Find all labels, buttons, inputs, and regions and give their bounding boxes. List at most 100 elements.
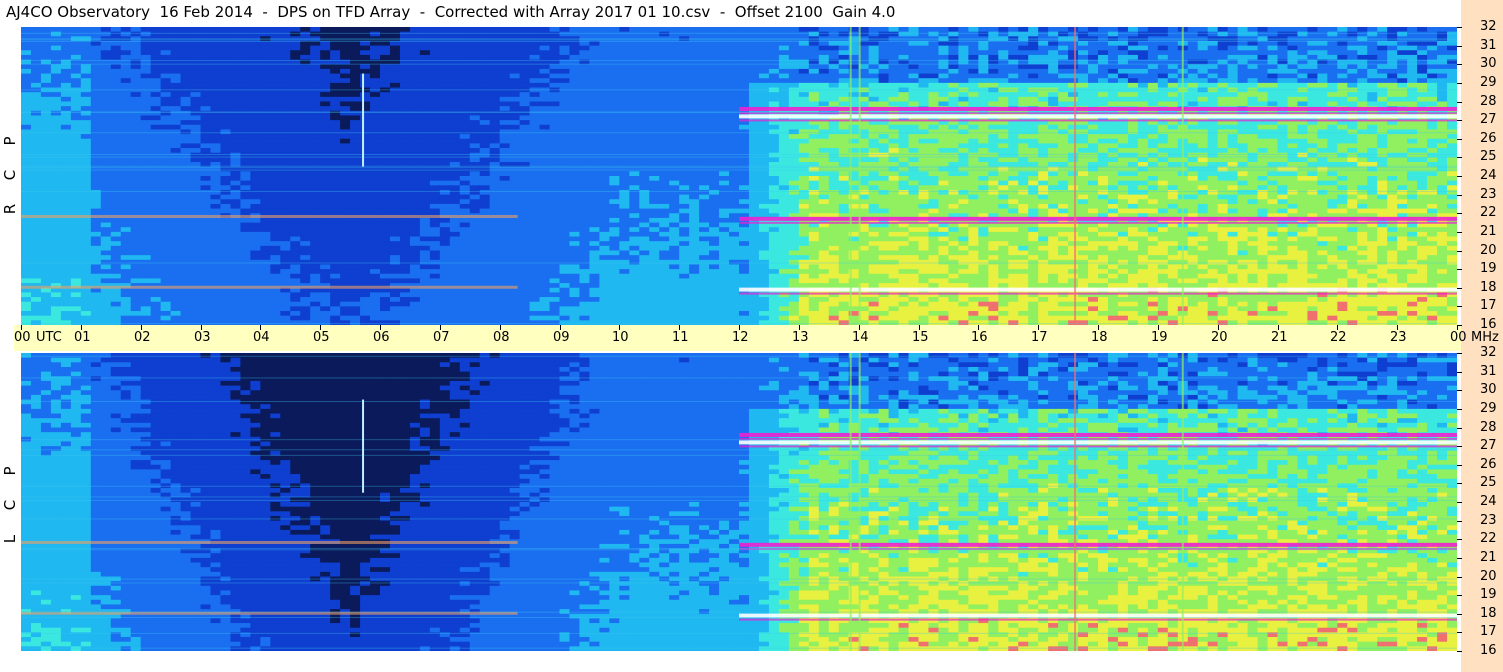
freq-tick-label: 22 [1480,531,1497,546]
freq-tick-label: 24 [1480,494,1497,509]
freq-tick-label: 18 [1480,606,1497,621]
freq-tick-label: 31 [1480,38,1497,53]
vertical-interference [1074,353,1077,651]
utc-tick-label: 16 [971,330,988,345]
freq-tick [1457,46,1462,47]
freq-tick [1457,539,1462,540]
freq-tick [1457,232,1462,233]
freq-tick [1457,428,1462,429]
freq-tick [1457,446,1462,447]
vertical-interference [1181,353,1184,651]
utc-tick-label: 06 [373,330,390,345]
interference-band [739,432,1457,437]
interference-band [739,618,1457,621]
spectrogram-svg [21,27,1457,325]
carrier-line [21,63,1457,65]
freq-tick [1457,83,1462,84]
carrier-line [21,401,1457,403]
freq-tick-label: 17 [1480,624,1497,639]
interference-band [739,221,1457,224]
freq-tick [1457,558,1462,559]
mhz-unit-label: MHz [1471,330,1499,345]
utc-tick-label: 00 [14,330,31,345]
utc-tick-label: 00 [1450,330,1467,345]
freq-tick [1457,27,1462,28]
freq-tick [1457,632,1462,633]
freq-tick-label: 32 [1480,345,1497,360]
freq-tick [1457,614,1462,615]
freq-tick [1457,306,1462,307]
carrier-line [21,132,1457,134]
utc-tick-label: 22 [1330,330,1347,345]
interference-band [739,216,1457,221]
freq-tick [1457,288,1462,289]
utc-tick-label: 03 [194,330,211,345]
lcp-label: P C L [0,460,20,550]
freq-tick-label: 30 [1480,382,1497,397]
carrier-line [21,454,1457,456]
carrier-line [21,154,1457,156]
carrier-line [21,616,1457,618]
freq-tick-label: 26 [1480,131,1497,146]
carrier-line [21,578,1457,580]
freq-tick-label: 27 [1480,112,1497,127]
freq-tick [1457,176,1462,177]
vertical-interference [858,27,861,325]
interference-band [739,114,1457,119]
freq-tick-label: 29 [1480,401,1497,416]
utc-tick-label: 05 [313,330,330,345]
freq-tick [1457,269,1462,270]
freq-tick [1457,502,1462,503]
freq-tick-label: 29 [1480,75,1497,90]
freq-tick [1457,102,1462,103]
freq-tick [1457,157,1462,158]
freq-tick-label: 18 [1480,280,1497,295]
carrier-line [21,262,1457,264]
interference-band [739,106,1457,111]
carrier-line [21,485,1457,487]
carrier-line [21,167,1457,169]
page-title: AJ4CO Observatory 16 Feb 2014 - DPS on T… [6,3,896,21]
utc-tick-label: 20 [1211,330,1228,345]
utc-tick-label: 11 [672,330,689,345]
carrier-line [21,156,1457,158]
carrier-line [21,439,1457,441]
interference-band [739,440,1457,445]
carrier-line [21,632,1457,634]
utc-tick-label: 19 [1151,330,1168,345]
lcp-spectrogram [21,353,1457,651]
utc-tick-label: 07 [433,330,450,345]
carrier-line [21,582,1457,584]
freq-tick [1457,120,1462,121]
carrier-line [21,41,1457,43]
freq-tick [1457,595,1462,596]
carrier-line [21,496,1457,498]
vertical-interference [849,353,852,651]
interference-band [739,542,1457,547]
carrier-line [21,449,1457,451]
freq-tick [1457,213,1462,214]
lcp-letter-c: C [1,499,19,511]
utc-tick-label: 10 [612,330,629,345]
carrier-line [21,169,1457,171]
carrier-line [21,499,1457,501]
freq-tick-label: 30 [1480,56,1497,71]
utc-tick-label: 04 [253,330,270,345]
freq-tick-label: 26 [1480,457,1497,472]
lcp-letter-p: P [1,466,19,476]
freq-tick [1457,390,1462,391]
utc-tick-label: 21 [1271,330,1288,345]
freq-tick-label: 21 [1480,550,1497,565]
utc-tick-label: 14 [852,330,869,345]
carrier-line [21,611,1457,613]
interference-band [739,292,1457,295]
freq-tick-label: 23 [1480,187,1497,202]
spectrogram-svg [21,353,1457,651]
freq-tick [1457,251,1462,252]
freq-tick [1457,64,1462,65]
freq-tick [1457,521,1462,522]
freq-tick-label: 25 [1480,149,1497,164]
freq-tick-label: 16 [1480,643,1497,658]
utc-tick-label: 08 [493,330,510,345]
freq-tick [1457,353,1462,354]
